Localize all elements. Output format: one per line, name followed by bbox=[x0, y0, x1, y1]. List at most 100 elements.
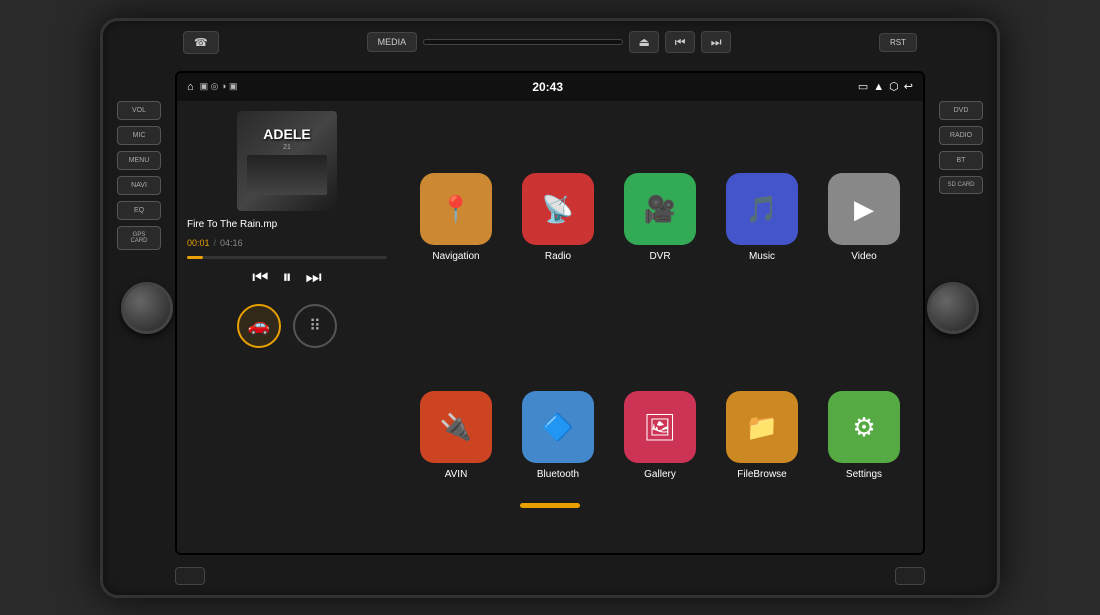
song-title: Fire To The Rain.mp bbox=[187, 219, 387, 230]
top-center-controls: MEDIA ⏏ ⏮ ⏭ bbox=[367, 31, 732, 53]
status-left: ⌂ ▣ ◎ ◑ ▣ bbox=[187, 81, 237, 93]
notification-icons: ▣ ◎ ◑ ▣ bbox=[200, 81, 238, 92]
app-music[interactable]: 🎵 Music bbox=[717, 115, 807, 321]
avin-icon: 🔌 bbox=[420, 391, 492, 463]
app-video[interactable]: ▶ Video bbox=[819, 115, 909, 321]
status-time: 20:43 bbox=[532, 80, 563, 94]
battery-icon: ▭ bbox=[858, 80, 868, 93]
car-icon-button[interactable]: 🚗 bbox=[237, 304, 281, 348]
total-time: 04:16 bbox=[220, 238, 243, 248]
filebrowser-symbol: 📁 bbox=[746, 412, 778, 443]
prev-track-icon: ⏮ bbox=[675, 35, 686, 50]
menu-button[interactable]: MENU bbox=[117, 151, 161, 170]
radio-icon: 📡 bbox=[522, 173, 594, 245]
eject-button[interactable]: ⏏ bbox=[629, 31, 659, 53]
bt-button[interactable]: BT bbox=[939, 151, 983, 170]
eject-icon: ⏏ bbox=[638, 35, 649, 49]
back-icon[interactable]: ↩ bbox=[904, 80, 913, 93]
android-screen: ⌂ ▣ ◎ ◑ ▣ 20:43 ▭ ▲ ⬡ ↩ ADELE 21 bbox=[175, 71, 925, 555]
music-symbol: 🎵 bbox=[746, 194, 778, 225]
app-radio[interactable]: 📡 Radio bbox=[513, 115, 603, 321]
gallery-symbol: 🖼 bbox=[643, 412, 676, 443]
rst-button[interactable]: RST bbox=[879, 33, 917, 52]
progress-bar[interactable] bbox=[187, 256, 387, 259]
next-track-icon: ⏭ bbox=[711, 35, 722, 50]
app-dvr[interactable]: 🎥 DVR bbox=[615, 115, 705, 321]
video-symbol: ▶ bbox=[854, 194, 874, 225]
app-avin[interactable]: 🔌 AVIN bbox=[411, 333, 501, 539]
album-art: ADELE 21 bbox=[237, 111, 337, 211]
dvr-icon: 🎥 bbox=[624, 173, 696, 245]
app-settings[interactable]: ⚙ Settings bbox=[819, 333, 909, 539]
tune-knob[interactable] bbox=[927, 282, 979, 334]
screen-indicator-bar bbox=[520, 503, 580, 508]
artist-name: ADELE bbox=[263, 126, 310, 142]
app-bluetooth[interactable]: 🔷 Bluetooth bbox=[513, 333, 603, 539]
bottom-left-btn[interactable] bbox=[175, 567, 205, 585]
bottom-right-btn[interactable] bbox=[895, 567, 925, 585]
album-name: 21 bbox=[283, 144, 291, 151]
nav-symbol: 📍 bbox=[440, 194, 472, 225]
vol-button[interactable]: VOL bbox=[117, 101, 161, 120]
video-label: Video bbox=[851, 251, 876, 262]
filebrowser-icon: 📁 bbox=[726, 391, 798, 463]
filebrowser-label: FileBrowse bbox=[737, 469, 786, 480]
bt-symbol: 🔷 bbox=[542, 412, 574, 443]
navi-button[interactable]: NAVI bbox=[117, 176, 161, 195]
gallery-label: Gallery bbox=[644, 469, 676, 480]
cd-slot bbox=[423, 39, 623, 45]
radio-symbol: 📡 bbox=[542, 194, 574, 225]
avin-label: AVIN bbox=[445, 469, 468, 480]
apps-icon-button[interactable]: ⠿ bbox=[293, 304, 337, 348]
screen-icon: ⬡ bbox=[889, 80, 899, 93]
prev-track-button[interactable]: ⏮ bbox=[665, 31, 695, 53]
apps-icon: ⠿ bbox=[309, 316, 321, 336]
next-track-button[interactable]: ⏭ bbox=[701, 31, 731, 53]
album-art-inner: ADELE 21 bbox=[237, 111, 337, 211]
bottom-button-row bbox=[175, 567, 925, 585]
app-filebrowser[interactable]: 📁 FileBrowse bbox=[717, 333, 807, 539]
bottom-icons: 🚗 ⠿ bbox=[187, 304, 387, 348]
dvr-symbol: 🎥 bbox=[644, 194, 676, 225]
head-unit: ☎ MEDIA ⏏ ⏮ ⏭ RST VOL MIC MENU NAVI EQ G… bbox=[100, 18, 1000, 598]
radio-button[interactable]: RADIO bbox=[939, 126, 983, 145]
dvd-button[interactable]: DVD bbox=[939, 101, 983, 120]
app-grid: 📍 Navigation 📡 Radio 🎥 DVR bbox=[397, 101, 923, 553]
sd-card-button[interactable]: SD CARD bbox=[939, 176, 983, 194]
video-icon: ▶ bbox=[828, 173, 900, 245]
app-gallery[interactable]: 🖼 Gallery bbox=[615, 333, 705, 539]
bluetooth-icon: 🔷 bbox=[522, 391, 594, 463]
left-side-buttons: VOL MIC MENU NAVI EQ GPS CARD bbox=[117, 101, 161, 250]
settings-symbol: ⚙ bbox=[852, 412, 875, 443]
settings-label: Settings bbox=[846, 469, 882, 480]
gallery-icon: 🖼 bbox=[624, 391, 696, 463]
media-button[interactable]: MEDIA bbox=[367, 32, 418, 52]
signal-icon: ▲ bbox=[873, 81, 884, 93]
status-bar: ⌂ ▣ ◎ ◑ ▣ 20:43 ▭ ▲ ⬡ ↩ bbox=[177, 73, 923, 101]
avin-symbol: 🔌 bbox=[440, 412, 472, 443]
top-button-row: ☎ MEDIA ⏏ ⏮ ⏭ RST bbox=[183, 31, 917, 54]
phone-button[interactable]: ☎ bbox=[183, 31, 219, 54]
home-icon[interactable]: ⌂ bbox=[187, 81, 194, 93]
volume-knob[interactable] bbox=[121, 282, 173, 334]
playback-controls: ⏮ ⏸ ⏭ bbox=[187, 267, 387, 288]
gps-card-button[interactable]: GPS CARD bbox=[117, 226, 161, 250]
time-row: 00:01 / 04:16 bbox=[187, 238, 387, 248]
next-button[interactable]: ⏭ bbox=[306, 267, 322, 288]
bluetooth-label: Bluetooth bbox=[537, 469, 579, 480]
dvr-label: DVR bbox=[649, 251, 670, 262]
settings-icon: ⚙ bbox=[828, 391, 900, 463]
prev-button[interactable]: ⏮ bbox=[252, 267, 268, 288]
radio-label: Radio bbox=[545, 251, 571, 262]
navigation-icon: 📍 bbox=[420, 173, 492, 245]
car-icon: 🚗 bbox=[248, 315, 270, 336]
current-time: 00:01 bbox=[187, 238, 210, 248]
eq-button[interactable]: EQ bbox=[117, 201, 161, 220]
status-right: ▭ ▲ ⬡ ↩ bbox=[858, 80, 913, 93]
progress-fill bbox=[187, 256, 203, 259]
mic-button[interactable]: MIC bbox=[117, 126, 161, 145]
album-art-detail bbox=[247, 155, 327, 195]
app-navigation[interactable]: 📍 Navigation bbox=[411, 115, 501, 321]
play-pause-button[interactable]: ⏸ bbox=[283, 267, 292, 288]
right-side-buttons: DVD RADIO BT SD CARD bbox=[939, 101, 983, 194]
